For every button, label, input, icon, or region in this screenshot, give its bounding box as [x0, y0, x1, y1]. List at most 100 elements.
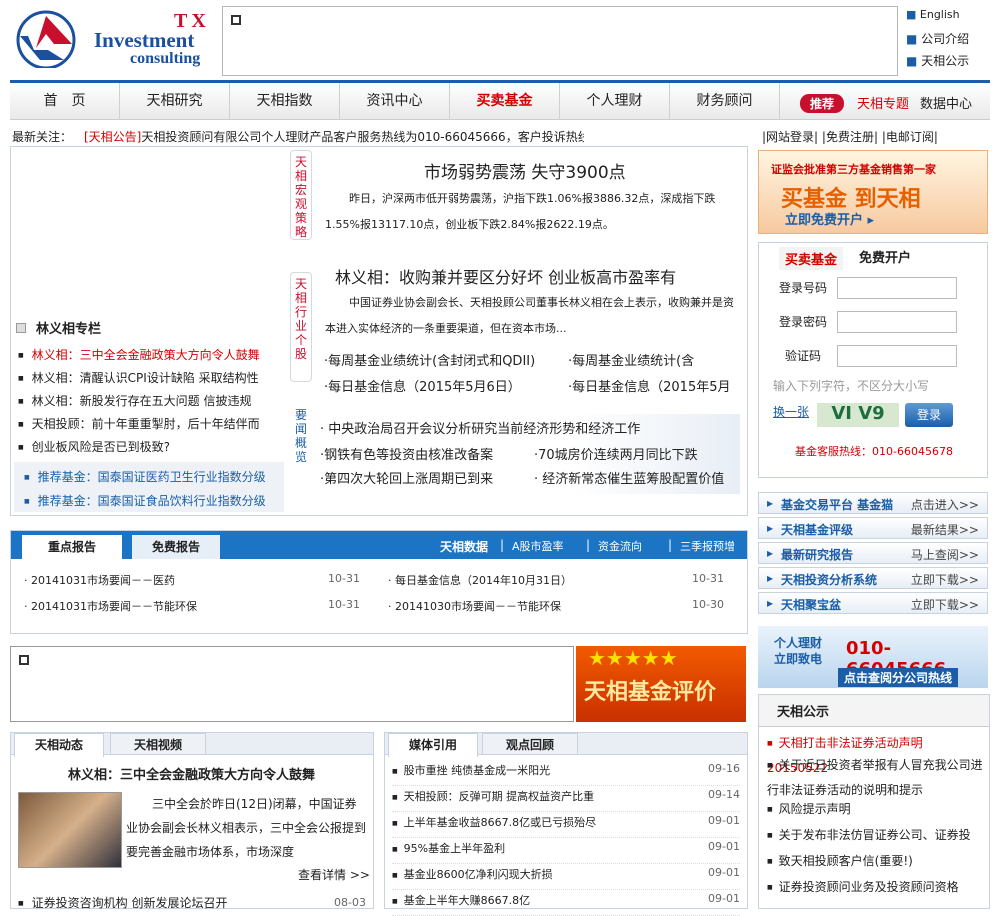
report-link[interactable]: A股市盈率: [512, 538, 564, 554]
media-item[interactable]: ■ 股市重挫 纯债基金成一米阳光 09-16: [392, 762, 740, 786]
nav-item-2[interactable]: 天相指数: [230, 83, 340, 120]
report-link[interactable]: 三季报预增: [680, 538, 735, 554]
brief-item[interactable]: ·每周基金业绩统计(含封闭式和QDII): [324, 350, 564, 369]
about-link[interactable]: ■ 公司介绍: [906, 30, 996, 52]
service-item[interactable]: ▸ 天相聚宝盆 立即下载>>: [758, 592, 988, 614]
nav-item-3[interactable]: 资讯中心: [340, 83, 450, 120]
service-item[interactable]: ▸ 最新研究报告 马上查阅>>: [758, 542, 988, 564]
tab-media[interactable]: 媒体引用: [388, 733, 478, 757]
side-label-0[interactable]: 天相宏观策略: [290, 150, 312, 240]
notice-item[interactable]: ■ 致天相投顾客户信(重要!): [767, 849, 983, 874]
notice-item[interactable]: ■ 风险提示声明: [767, 797, 983, 822]
password-field[interactable]: [837, 311, 957, 333]
nav-item-4[interactable]: 买卖基金: [450, 83, 560, 120]
tab-viewpoints[interactable]: 观点回顾: [482, 733, 578, 755]
tab-open-account[interactable]: 免费开户: [859, 247, 911, 266]
nav-data-link[interactable]: 数据中心: [920, 93, 972, 112]
report-link[interactable]: 资金流向: [598, 538, 642, 554]
dynamic-more-link[interactable]: 查看详情 >>: [298, 866, 370, 883]
hotline-banner[interactable]: 个人理财 立即致电 010-66045666 点击查阅分公司热线: [758, 626, 988, 688]
refresh-captcha-link[interactable]: 换一张: [773, 403, 809, 420]
tab-key-reports[interactable]: 重点报告: [22, 535, 122, 559]
tab-free-reports[interactable]: 免费报告: [132, 535, 220, 559]
notice-item[interactable]: ■ 证券投资顾问业务及投资顾问资格: [767, 875, 983, 900]
side-label-2[interactable]: 要闻概览: [290, 404, 312, 474]
media-title: 上半年基金收益8667.8亿或已亏损殆尽: [403, 816, 597, 829]
login-box: 买卖基金 免费开户 登录号码 登录密码 验证码 输入下列字符，不区分大小写 换一…: [758, 242, 988, 478]
media-title: 基金业8600亿净利闪现大折损: [403, 868, 553, 881]
logo[interactable]: TX Investment consulting: [14, 8, 214, 72]
service-action[interactable]: 马上查阅>>: [911, 546, 979, 563]
nav-item-0[interactable]: 首 页: [10, 83, 120, 120]
media-item[interactable]: ■ 基金上半年大赚8667.8亿 09-01: [392, 892, 740, 916]
tab-buy-fund[interactable]: 买卖基金: [779, 247, 844, 270]
register-link[interactable]: |免费注册|: [822, 130, 878, 144]
service-item[interactable]: ▸ 基金交易平台 基金猫 点击进入>>: [758, 492, 988, 514]
account-links: |网站登录| |免费注册| |电邮订阅|: [762, 128, 938, 145]
news-item[interactable]: ·钢铁有色等投资由核准改备案: [320, 444, 493, 463]
media-placeholder-icon: [231, 15, 241, 25]
news-item[interactable]: · 经济新常态催生蓝筹股配置价值: [534, 468, 724, 487]
dynamic-list-item[interactable]: 证券投资咨询机构 创新发展论坛召开: [18, 894, 228, 911]
brief-item[interactable]: ·每日基金信息（2015年5月: [568, 376, 740, 395]
headline-2[interactable]: 林义相：收购兼并要区分好坏 创业板高市盈率有: [335, 264, 740, 288]
report-date: 10-31: [692, 572, 724, 585]
report-item[interactable]: · 每日基金信息（2014年10月31日） 10-31: [388, 572, 724, 588]
service-item[interactable]: ▸ 天相投资分析系统 立即下载>>: [758, 567, 988, 589]
report-item[interactable]: · 20141031市场要闻－－医药 10-31: [24, 572, 360, 588]
news-item[interactable]: ·第四次大轮回上涨周期已到来: [320, 468, 493, 487]
column-list-item[interactable]: ■ 林义相：三中全会金融政策大方向令人鼓舞: [18, 346, 260, 363]
login-submit-button[interactable]: 登录: [905, 403, 953, 427]
username-field[interactable]: [837, 277, 957, 299]
open-account-banner[interactable]: 证监会批准第三方基金销售第一家 买基金 到天相 立即免费开户 ▸: [758, 150, 988, 234]
headline-1[interactable]: 市场弱势震荡 失守3900点: [424, 158, 626, 183]
nav-item-5[interactable]: 个人理财: [560, 83, 670, 120]
service-action[interactable]: 点击进入>>: [911, 496, 979, 513]
notice-item[interactable]: ■ 关于近日投资者举报有人冒充我公司进行非法证券活动的说明和提示: [767, 753, 983, 799]
service-action[interactable]: 立即下载>>: [911, 571, 979, 588]
news-item[interactable]: ·70城房价连续两月同比下跌: [534, 444, 698, 463]
recommend-item[interactable]: ■ 推荐基金：国泰国证医药卫生行业指数分级: [24, 468, 266, 485]
report-item[interactable]: · 20141030市场要闻－－节能环保 10-30: [388, 598, 724, 614]
announce-link[interactable]: ■ 天相公示: [906, 52, 996, 74]
news-item[interactable]: · 中央政治局召开会议分析研究当前经济形势和经济工作: [320, 418, 640, 437]
report-link[interactable]: 天相数据: [440, 538, 488, 555]
ticker[interactable]: [天相公告]天相投资顾问有限公司个人理财产品客户服务热线为010-6604566…: [84, 128, 584, 145]
login-link[interactable]: |网站登录|: [762, 130, 818, 144]
service-item[interactable]: ▸ 天相基金评级 最新结果>>: [758, 517, 988, 539]
nav-item-6[interactable]: 财务顾问: [670, 83, 780, 120]
captcha-field[interactable]: [837, 345, 957, 367]
english-link[interactable]: ■ English: [906, 8, 996, 30]
report-item[interactable]: · 20141031市场要闻－－节能环保 10-31: [24, 598, 360, 614]
column-list-item[interactable]: ■ 创业板风险是否已到极致?: [18, 438, 170, 455]
fund-hotline: 基金客服热线：010-66045678: [795, 445, 953, 458]
media-title: 95%基金上半年盈利: [403, 842, 506, 855]
recommend-item[interactable]: ■ 推荐基金：国泰国证食品饮料行业指数分级: [24, 492, 266, 509]
media-item[interactable]: ■ 上半年基金收益8667.8亿或已亏损殆尽 09-01: [392, 814, 740, 838]
media-item[interactable]: ■ 基金业8600亿净利闪现大折损 09-01: [392, 866, 740, 890]
column-list-item[interactable]: ■ 林义相：清醒认识CPI设计缺陷 采取结构性: [18, 369, 259, 386]
brief-item[interactable]: ·每周基金业绩统计(含: [568, 350, 740, 369]
top-links: ■ English ■ 公司介绍 ■ 天相公示: [906, 8, 996, 74]
bullet-icon: ■: [392, 897, 398, 905]
tab-dynamic[interactable]: 天相动态: [14, 733, 104, 757]
dynamic-title[interactable]: 林义相：三中全会金融政策大方向令人鼓舞: [68, 764, 315, 783]
service-action[interactable]: 立即下载>>: [911, 596, 979, 613]
report-date: 10-30: [692, 598, 724, 611]
fund-rating-banner[interactable]: ★★★★★ 天相基金评价: [576, 646, 746, 722]
subscribe-link[interactable]: |电邮订阅|: [882, 130, 938, 144]
nav-item-1[interactable]: 天相研究: [120, 83, 230, 120]
media-date: 09-01: [708, 840, 740, 853]
column-list-item[interactable]: ■ 林义相：新股发行存在五大问题 信披违规: [18, 392, 252, 409]
report-list-right: · 每日基金信息（2014年10月31日） 10-31 · 20141030市场要闻…: [388, 572, 724, 622]
tab-video[interactable]: 天相视频: [110, 733, 206, 755]
media-item[interactable]: ■ 95%基金上半年盈利 09-01: [392, 840, 740, 864]
column-list-item[interactable]: ■ 天相投顾：前十年重重掣肘，后十年结伴而: [18, 415, 260, 432]
media-item[interactable]: ■ 天相投顾：反弹可期 提高权益资产比重 09-14: [392, 788, 740, 812]
brief-item[interactable]: ·每日基金信息（2015年5月6日）: [324, 376, 564, 395]
service-label: 基金交易平台 基金猫: [781, 498, 894, 512]
notice-item[interactable]: ■ 关于发布非法仿冒证券公司、证券投: [767, 823, 983, 848]
side-label-1[interactable]: 天相行业个股: [290, 272, 312, 382]
service-action[interactable]: 最新结果>>: [911, 521, 979, 538]
nav-special-link[interactable]: 天相专题: [857, 93, 909, 112]
